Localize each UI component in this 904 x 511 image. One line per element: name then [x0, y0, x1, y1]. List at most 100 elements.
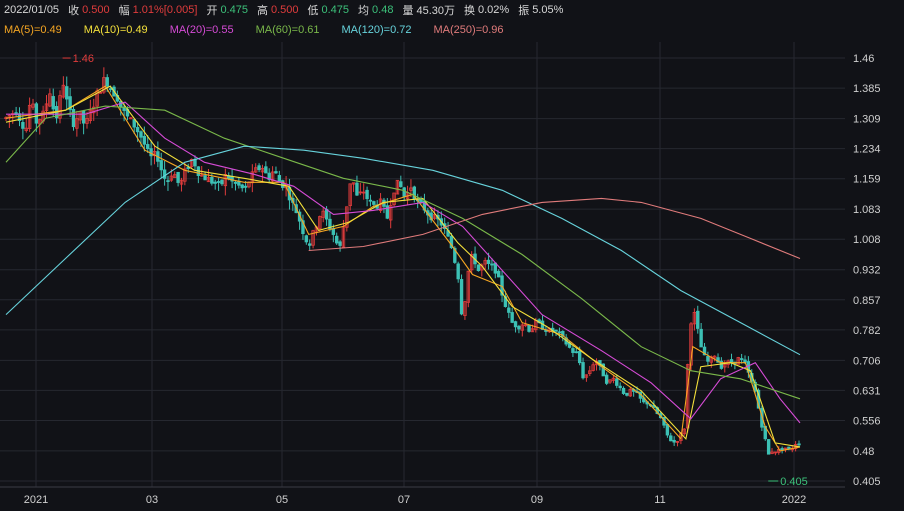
y-tick-label: 1.159: [853, 174, 881, 186]
x-tick-label: 07: [398, 494, 410, 506]
y-tick-label: 1.309: [853, 114, 881, 126]
candle-body: [105, 77, 109, 87]
candle-body: [304, 235, 309, 243]
y-tick-label: 0.631: [853, 385, 881, 397]
y-tick-label: 0.857: [853, 295, 881, 307]
candle-body: [665, 424, 670, 436]
y-tick-label: 0.556: [853, 415, 881, 427]
candle-body: [132, 119, 136, 128]
candle-body: [216, 181, 221, 183]
candle-body: [513, 321, 518, 328]
x-tick-label: 09: [531, 494, 543, 506]
candle-body: [510, 312, 514, 323]
candle-body: [210, 176, 214, 184]
candle-body: [554, 329, 558, 332]
candles: [4, 67, 801, 456]
candle-body: [65, 86, 69, 100]
candle-body: [574, 351, 578, 354]
candle-body: [476, 264, 481, 272]
y-tick-label: 0.48: [853, 446, 874, 458]
candle-body: [517, 325, 521, 330]
x-tick-label: 05: [276, 494, 288, 506]
candle-body: [176, 171, 180, 183]
candlestick-chart[interactable]: 1.460.405 1.461.3851.3091.2341.1591.0831…: [0, 0, 904, 511]
candle-body: [604, 374, 609, 384]
ma-line-ma10: [5, 85, 801, 448]
candle-body: [335, 235, 339, 244]
candle-body: [135, 127, 140, 133]
max-marker-label: 1.46: [73, 53, 94, 65]
candle-body: [372, 201, 376, 205]
candle-body: [308, 243, 312, 246]
y-tick-label: 0.405: [853, 476, 881, 488]
candle-body: [797, 443, 801, 446]
x-tick-label: 03: [146, 494, 158, 506]
x-tick-label: 2022: [782, 494, 806, 506]
ma-line-ma5: [5, 85, 801, 452]
candle-body: [496, 270, 501, 278]
candle-body: [669, 435, 673, 442]
candle-body: [696, 310, 700, 329]
candle-body: [281, 180, 285, 188]
candle-body: [581, 362, 585, 379]
candle-body: [365, 189, 369, 200]
y-tick-label: 1.46: [853, 53, 874, 65]
candle-body: [108, 88, 113, 91]
candle-body: [618, 385, 622, 389]
candle-body: [368, 199, 373, 202]
y-tick-label: 0.706: [853, 355, 881, 367]
candle-body: [557, 331, 562, 334]
candle-body: [456, 263, 460, 280]
candle-body: [257, 165, 261, 171]
candle-body: [338, 241, 342, 246]
candle-body: [625, 392, 629, 396]
candle-body: [399, 181, 403, 187]
candle-body: [277, 175, 282, 182]
candle-body: [149, 148, 153, 157]
y-tick-label: 1.083: [853, 204, 881, 216]
candle-body: [459, 279, 464, 315]
candle-body: [486, 259, 491, 264]
candle-body: [402, 187, 406, 197]
candle-body: [507, 307, 511, 313]
candle-body: [699, 328, 703, 348]
candle-body: [571, 348, 575, 353]
ma-line-ma60: [5, 105, 801, 400]
candle-body: [146, 144, 150, 150]
y-tick-label: 1.385: [853, 83, 881, 95]
x-tick-label: 11: [654, 494, 665, 506]
candle-body: [243, 185, 248, 188]
candle-body: [21, 122, 25, 129]
candle-body: [162, 169, 167, 179]
y-tick-label: 0.932: [853, 265, 881, 277]
candle-body: [490, 263, 494, 266]
candle-body: [233, 181, 238, 184]
y-tick-label: 0.782: [853, 325, 881, 337]
candle-body: [203, 175, 207, 181]
candle-body: [780, 448, 784, 451]
x-tick-label: 2021: [24, 494, 48, 506]
candle-body: [159, 160, 163, 171]
ma-line-ma120: [5, 145, 801, 356]
ma-line-ma250: [308, 197, 801, 260]
candle-body: [274, 171, 278, 174]
candle-body: [706, 356, 710, 362]
candle-body: [766, 439, 771, 455]
candle-body: [142, 135, 147, 145]
candle-body: [139, 131, 143, 138]
candle-body: [240, 184, 244, 189]
y-tick-label: 1.008: [853, 234, 881, 246]
candle-body: [672, 439, 676, 443]
candle-body: [615, 378, 619, 386]
min-marker-label: 0.405: [780, 476, 808, 488]
candle-body: [213, 181, 217, 184]
candle-body: [81, 110, 86, 124]
candle-body: [577, 351, 582, 364]
moving-average-lines: [5, 85, 801, 452]
candle-body: [743, 359, 747, 363]
candle-body: [220, 179, 224, 185]
candle-body: [166, 180, 170, 183]
candle-body: [264, 166, 268, 174]
x-axis: 2021 03 05 07 09 11 2022: [24, 494, 806, 506]
candle-body: [51, 96, 55, 110]
